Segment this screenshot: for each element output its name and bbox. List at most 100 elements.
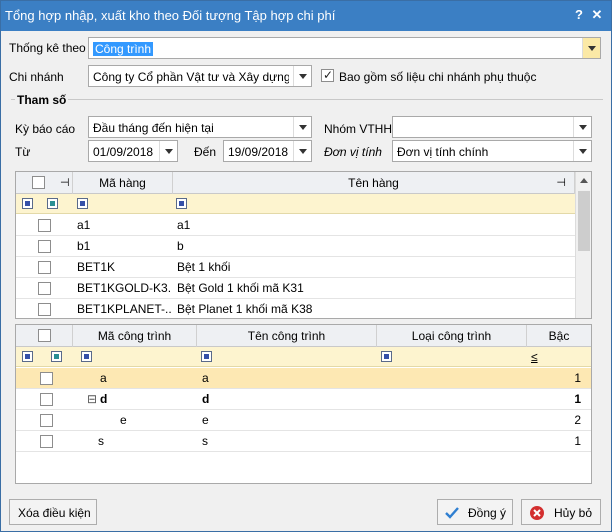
ky-bao-cao-combo[interactable]: Đầu tháng đến hiện tại	[88, 116, 312, 138]
cell-ma-hang: BET1K	[77, 260, 116, 274]
den-date-picker[interactable]: 19/09/2018	[223, 140, 312, 162]
pin-icon[interactable]: ⊣	[556, 172, 566, 194]
cell-ten-hang: a1	[177, 218, 191, 232]
cell-ten-cong-trinh: a	[202, 371, 209, 385]
table-row[interactable]: ⊟ d d 1	[16, 389, 591, 410]
col-ma-hang[interactable]: Mã hàng	[73, 172, 173, 194]
col-ten-cong-trinh[interactable]: Tên công trình	[197, 325, 377, 347]
huy-bo-button[interactable]: Hủy bỏ	[521, 499, 601, 525]
table-row[interactable]: e e 2	[16, 410, 591, 431]
col-loai-cong-trinh[interactable]: Loại công trình	[377, 325, 527, 347]
don-vi-tinh-value: Đơn vị tính chính	[397, 145, 489, 159]
filter-icon[interactable]	[22, 198, 33, 209]
chevron-down-icon[interactable]	[293, 141, 311, 161]
chi-nhanh-value: Công ty Cổ phần Vật tư và Xây dựng 36	[93, 70, 289, 84]
tu-date-picker[interactable]: 01/09/2018	[88, 140, 178, 162]
don-vi-tinh-combo[interactable]: Đơn vị tính chính	[392, 140, 592, 162]
cancel-icon	[530, 506, 544, 520]
don-vi-tinh-label: Đơn vị tính	[324, 145, 382, 159]
col-ma-cong-trinh[interactable]: Mã công trình	[73, 325, 197, 347]
close-icon[interactable]: ✕	[589, 7, 605, 23]
huy-bo-label: Hủy bỏ	[554, 506, 593, 520]
check-icon	[445, 507, 459, 519]
cell-ten-cong-trinh: d	[202, 392, 210, 406]
row-checkbox[interactable]	[38, 282, 51, 295]
select-all-checkbox[interactable]	[38, 329, 51, 342]
row-checkbox[interactable]	[40, 372, 53, 385]
chevron-down-icon[interactable]	[582, 38, 600, 58]
col-ten-hang-label: Tên hàng	[348, 176, 399, 190]
ct-grid-header: Mã công trình Tên công trình Loại công t…	[16, 325, 591, 347]
dong-y-label: Đồng ý	[468, 506, 507, 520]
chevron-down-icon[interactable]	[573, 117, 591, 137]
tu-label: Từ	[15, 145, 31, 159]
help-icon[interactable]: ?	[571, 7, 587, 23]
scroll-thumb[interactable]	[578, 191, 590, 251]
table-row[interactable]: BET1KPLANET-... Bệt Planet 1 khối mã K38	[16, 299, 575, 318]
cell-ten-cong-trinh: s	[202, 434, 208, 448]
dialog-window: Tổng hợp nhập, xuất kho theo Đối tượng T…	[0, 0, 612, 532]
filter-operator[interactable]: ≤	[531, 350, 538, 364]
title-bar: Tổng hợp nhập, xuất kho theo Đối tượng T…	[1, 1, 611, 31]
hang-scrollbar[interactable]	[575, 172, 591, 318]
row-checkbox[interactable]	[38, 219, 51, 232]
scroll-up-icon[interactable]	[576, 172, 591, 189]
ky-bao-cao-value: Đầu tháng đến hiện tại	[93, 121, 214, 135]
row-checkbox[interactable]	[40, 414, 53, 427]
hang-grid-header: ⊣ Mã hàng Tên hàng ⊣	[16, 172, 575, 194]
table-row[interactable]: b1 b	[16, 236, 575, 257]
chi-nhanh-combo[interactable]: Công ty Cổ phần Vật tư và Xây dựng 36	[88, 65, 312, 87]
thong-ke-combo[interactable]: Công trình	[88, 37, 601, 59]
ky-bao-cao-label: Kỳ báo cáo	[15, 122, 76, 136]
cell-loai-cong-trinh	[382, 410, 522, 431]
xoa-dieu-kien-button[interactable]: Xóa điều kiện	[9, 499, 97, 525]
cell-loai-cong-trinh	[382, 431, 522, 452]
den-label: Đến	[194, 145, 217, 159]
filter-icon[interactable]	[22, 351, 33, 362]
cell-ma-cong-trinh: s	[98, 434, 104, 448]
table-row[interactable]: a a 1	[16, 368, 591, 389]
filter-icon[interactable]	[51, 351, 62, 362]
hang-filter-row	[16, 194, 575, 214]
table-row[interactable]: BET1K Bệt 1 khối	[16, 257, 575, 278]
collapse-icon[interactable]: ⊟	[87, 389, 99, 410]
cell-ma-hang: b1	[77, 239, 91, 253]
row-checkbox[interactable]	[38, 261, 51, 274]
filter-icon[interactable]	[47, 198, 58, 209]
nhom-vthh-combo[interactable]	[392, 116, 592, 138]
chevron-down-icon[interactable]	[293, 117, 311, 137]
chevron-down-icon[interactable]	[159, 141, 177, 161]
bao-gom-checkbox[interactable]	[321, 68, 334, 82]
tham-so-divider	[11, 99, 603, 100]
pin-icon[interactable]: ⊣	[60, 172, 70, 194]
filter-icon[interactable]	[176, 198, 187, 209]
thong-ke-value: Công trình	[93, 42, 154, 56]
select-all-checkbox[interactable]	[32, 176, 45, 189]
cell-bac: 1	[574, 434, 581, 448]
row-checkbox[interactable]	[40, 393, 53, 406]
filter-icon[interactable]	[381, 351, 392, 362]
dong-y-button[interactable]: Đồng ý	[437, 499, 513, 525]
cell-ma-hang: BET1KGOLD-K3...	[77, 281, 171, 295]
row-checkbox[interactable]	[38, 240, 51, 253]
ct-select-all-cell	[16, 325, 73, 347]
cell-bac: 1	[574, 392, 581, 406]
cell-ma-hang: BET1KPLANET-...	[77, 302, 171, 316]
cell-ma-cong-trinh: a	[100, 371, 107, 385]
table-row[interactable]: a1 a1	[16, 215, 575, 236]
col-bac[interactable]: Bậc	[527, 325, 591, 347]
table-row[interactable]: s s 1	[16, 431, 591, 452]
chevron-down-icon[interactable]	[573, 141, 591, 161]
chevron-down-icon[interactable]	[293, 66, 311, 86]
cong-trinh-grid: Mã công trình Tên công trình Loại công t…	[15, 324, 592, 484]
xoa-dieu-kien-label: Xóa điều kiện	[18, 506, 91, 520]
row-checkbox[interactable]	[38, 303, 51, 316]
table-row[interactable]: BET1KGOLD-K3... Bệt Gold 1 khối mã K31	[16, 278, 575, 299]
row-checkbox[interactable]	[40, 435, 53, 448]
filter-icon[interactable]	[81, 351, 92, 362]
col-ten-hang[interactable]: Tên hàng ⊣	[173, 172, 575, 194]
filter-icon[interactable]	[201, 351, 212, 362]
cell-ten-hang: Bệt 1 khối	[177, 260, 231, 274]
chi-nhanh-label: Chi nhánh	[9, 70, 64, 84]
filter-icon[interactable]	[77, 198, 88, 209]
